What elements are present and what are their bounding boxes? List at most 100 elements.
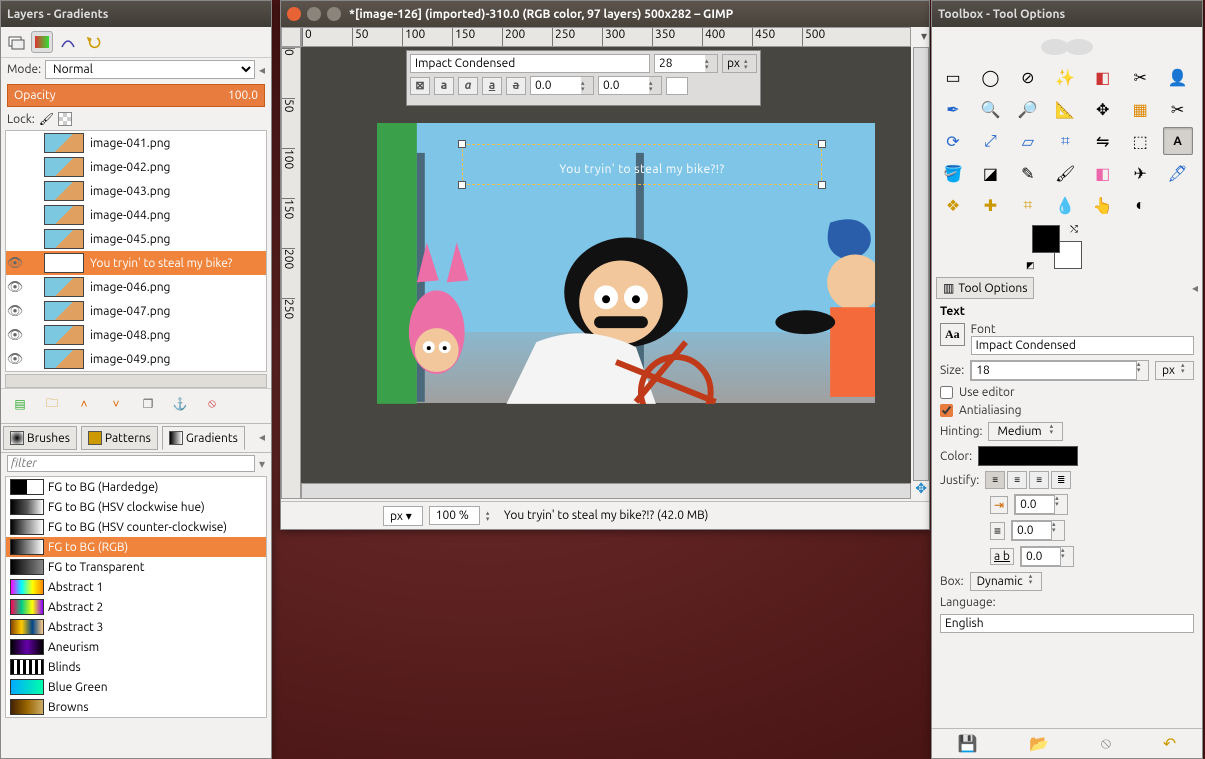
gradient-row[interactable]: FG to BG (RGB) <box>6 537 266 557</box>
opacity-slider[interactable]: Opacity 100.0 <box>7 84 265 107</box>
dodge-tool[interactable]: ◐ <box>1125 191 1155 219</box>
scale-tool[interactable]: ⤢ <box>975 127 1005 155</box>
antialias-checkbox[interactable] <box>940 404 953 417</box>
zoom-fit-icon[interactable]: ▾ <box>921 29 927 43</box>
close-button[interactable] <box>287 7 301 21</box>
visibility-toggle[interactable]: 👁 <box>6 328 24 343</box>
toolbox-titlebar[interactable]: Toolbox - Tool Options <box>932 1 1202 27</box>
italic-button[interactable]: a <box>458 77 478 95</box>
indent-input[interactable] <box>1015 495 1055 514</box>
eraser-tool[interactable]: ◧ <box>1088 159 1118 187</box>
font-name-input[interactable] <box>971 336 1194 355</box>
gradient-row[interactable]: Abstract 1 <box>6 577 266 597</box>
visibility-toggle[interactable]: 👁 <box>6 280 24 295</box>
text-layer-box[interactable]: You tryin' to steal my bike?!? <box>462 144 822 185</box>
minimize-button[interactable] <box>307 7 321 21</box>
flip-tool[interactable]: ⇋ <box>1088 127 1118 155</box>
handle-ne[interactable] <box>818 140 826 148</box>
letterspace-input[interactable] <box>1021 547 1061 566</box>
ink-tool[interactable]: 🖋 <box>1163 159 1193 187</box>
layer-row[interactable]: image-042.png <box>6 155 266 179</box>
paths-tab-icon[interactable] <box>57 31 79 53</box>
foreground-select-tool[interactable]: 👤 <box>1163 63 1193 91</box>
layer-row[interactable]: 👁image-047.png <box>6 299 266 323</box>
smudge-tool[interactable]: 👆 <box>1088 191 1118 219</box>
visibility-toggle[interactable]: 👁 <box>6 304 24 319</box>
raise-layer-button[interactable]: ˄ <box>75 395 93 413</box>
handle-nw[interactable] <box>458 140 466 148</box>
align-tool[interactable]: ▦ <box>1125 95 1155 123</box>
size-spin[interactable]: ▴▾ <box>705 58 717 70</box>
restore-preset-icon[interactable]: 📂 <box>1029 734 1049 753</box>
new-group-button[interactable]: 🗀 <box>43 395 61 413</box>
layer-row[interactable]: image-045.png <box>6 227 266 251</box>
horizontal-ruler[interactable]: 050100150200250300350400450500 <box>301 27 911 47</box>
justify-left[interactable]: ≡ <box>985 471 1005 489</box>
font-unit[interactable]: px <box>723 55 744 72</box>
reset-preset-icon[interactable]: ↶ <box>1163 734 1176 753</box>
clear-style-button[interactable]: ⊠ <box>410 77 430 95</box>
navigate-icon[interactable]: ✥ <box>915 480 927 497</box>
gradient-row[interactable]: Blinds <box>6 657 266 677</box>
undo-history-tab-icon[interactable] <box>83 31 105 53</box>
gradient-list[interactable]: FG to BG (Hardedge)FG to BG (HSV clockwi… <box>5 476 267 718</box>
clone-tool[interactable]: ❖ <box>938 191 968 219</box>
gradient-row[interactable]: Abstract 2 <box>6 597 266 617</box>
justify-right[interactable]: ≡ <box>1007 471 1027 489</box>
box-value[interactable]: Dynamic <box>971 573 1029 590</box>
patterns-tab[interactable]: Patterns <box>81 426 158 450</box>
layer-row[interactable]: image-043.png <box>6 179 266 203</box>
mode-menu-icon[interactable]: ◂ <box>259 63 265 77</box>
font-preview-icon[interactable]: Aa <box>940 323 965 346</box>
cage-tool[interactable]: ⬚ <box>1125 127 1155 155</box>
blur-tool[interactable]: 💧 <box>1050 191 1080 219</box>
baseline-input[interactable] <box>531 77 581 94</box>
fg-bg-colors[interactable]: ⤭ ◩ <box>1032 225 1082 269</box>
default-colors-icon[interactable]: ◩ <box>1026 260 1035 271</box>
lock-alpha-icon[interactable] <box>58 112 72 126</box>
color-select-tool[interactable]: ◧ <box>1088 63 1118 91</box>
brushes-tab[interactable]: Brushes <box>3 426 77 450</box>
layer-row[interactable]: 👁image-048.png <box>6 323 266 347</box>
rotate-tool[interactable]: ⟳ <box>938 127 968 155</box>
duplicate-layer-button[interactable]: ❐ <box>139 395 157 413</box>
gradients-tab[interactable]: Gradients <box>162 426 245 450</box>
kerning-input[interactable] <box>599 77 649 94</box>
measure-tool[interactable]: 📐 <box>1050 95 1080 123</box>
handle-sw[interactable] <box>458 181 466 189</box>
anchor-layer-button[interactable]: ⚓ <box>171 395 189 413</box>
bucket-fill-tool[interactable]: 🪣 <box>938 159 968 187</box>
ruler-origin[interactable] <box>281 27 301 47</box>
size-input[interactable] <box>971 361 1137 380</box>
gradient-row[interactable]: FG to BG (Hardedge) <box>6 477 266 497</box>
swap-colors-icon[interactable]: ⤭ <box>1070 223 1078 235</box>
text-tool[interactable]: A <box>1163 127 1193 155</box>
rect-select-tool[interactable]: ▭ <box>938 63 968 91</box>
paths-tool[interactable]: ✒ <box>938 95 968 123</box>
fuzzy-select-tool[interactable]: ✨ <box>1050 63 1080 91</box>
hinting-value[interactable]: Medium <box>989 423 1049 440</box>
layer-list[interactable]: image-041.pngimage-042.pngimage-043.png i… <box>5 130 267 372</box>
tool-options-tab[interactable]: ▥ Tool Options <box>936 277 1034 299</box>
color-picker-tool[interactable]: 🔍 <box>975 95 1005 123</box>
layer-hscroll[interactable] <box>5 374 267 388</box>
underline-button[interactable]: a <box>482 77 502 95</box>
asset-menu-icon[interactable]: ◂ <box>253 424 271 452</box>
unit-combo[interactable]: px ▾ <box>383 506 423 526</box>
maximize-button[interactable] <box>327 7 341 21</box>
layers-tab-icon[interactable] <box>5 31 27 53</box>
layer-row[interactable]: 👁image-046.png <box>6 275 266 299</box>
delete-preset-icon[interactable]: ⦸ <box>1101 734 1111 753</box>
pencil-tool[interactable]: ✎ <box>1013 159 1043 187</box>
gradient-row[interactable]: FG to BG (HSV clockwise hue) <box>6 497 266 517</box>
gradient-row[interactable]: FG to BG (HSV counter-clockwise) <box>6 517 266 537</box>
move-tool[interactable]: ✥ <box>1088 95 1118 123</box>
layer-row[interactable]: image-041.png <box>6 131 266 155</box>
crop-tool[interactable]: ✂ <box>1163 95 1193 123</box>
gradient-row[interactable]: Blue Green <box>6 677 266 697</box>
use-editor-checkbox[interactable] <box>940 386 953 399</box>
shear-tool[interactable]: ▱ <box>1013 127 1043 155</box>
options-menu-icon[interactable]: ◂ <box>1188 277 1202 299</box>
gradient-filter-input[interactable] <box>7 455 255 472</box>
airbrush-tool[interactable]: ✈ <box>1125 159 1155 187</box>
